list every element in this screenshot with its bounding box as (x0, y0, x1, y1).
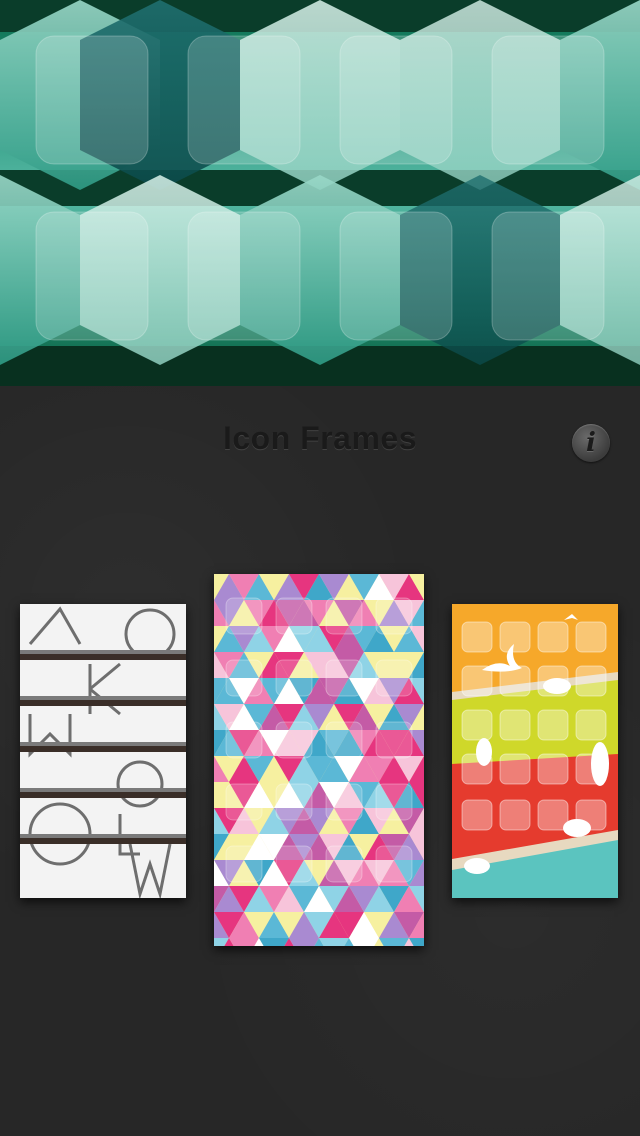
icon-placeholder (375, 783, 413, 821)
icon-placeholder (225, 845, 263, 883)
icon-placeholder (275, 597, 313, 635)
icon-placeholder (275, 659, 313, 697)
birds-thumbnail (452, 604, 618, 898)
triangle-tile (319, 938, 349, 946)
icon-placeholder (225, 597, 263, 635)
frame-card-triangles[interactable] (214, 574, 424, 946)
icon-placeholder (275, 845, 313, 883)
triangle-tile (289, 938, 319, 946)
icon-placeholder (375, 845, 413, 883)
icon-placeholder (325, 845, 363, 883)
info-icon: i (586, 428, 596, 458)
typography-thumbnail (20, 604, 186, 898)
icon-placeholder (325, 659, 363, 697)
icon-placeholder (275, 721, 313, 759)
hexagon-pattern (0, 0, 640, 386)
triangle-mosaic-thumbnail (214, 574, 424, 946)
info-button[interactable]: i (572, 424, 610, 462)
triangle-tile (259, 938, 289, 946)
icon-placeholder (375, 721, 413, 759)
icon-placeholder (325, 721, 363, 759)
icon-placeholder (325, 783, 363, 821)
icon-placeholder (225, 721, 263, 759)
wallpaper-preview-banner (0, 0, 640, 386)
icon-placeholder (375, 597, 413, 635)
frame-card-typography[interactable] (20, 604, 186, 898)
triangle-tile (349, 938, 379, 946)
icon-placeholder (325, 597, 363, 635)
triangle-tile (229, 938, 259, 946)
icon-placeholder (225, 659, 263, 697)
page-title: Icon Frames (222, 420, 417, 456)
icon-placeholder (375, 659, 413, 697)
triangle-tile (379, 938, 409, 946)
frame-card-birds[interactable] (452, 604, 618, 898)
icon-placeholder (275, 783, 313, 821)
icon-placeholder (225, 783, 263, 821)
